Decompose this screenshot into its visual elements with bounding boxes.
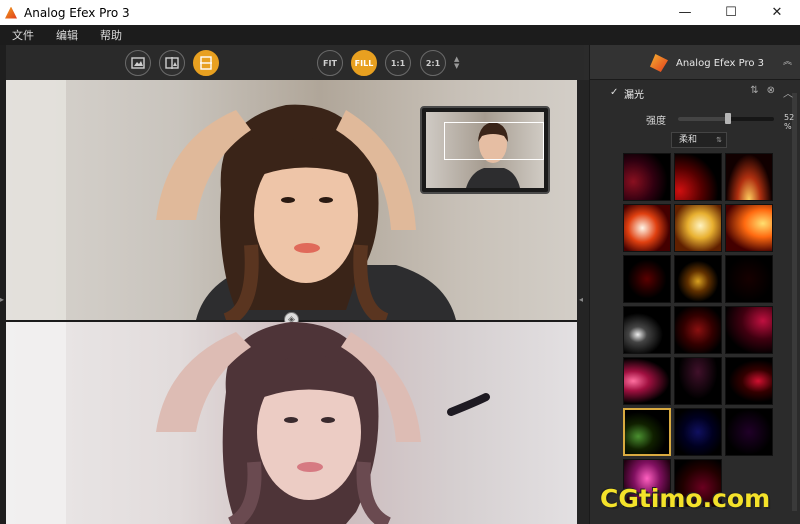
preset-thumbnail[interactable] [623,153,671,201]
image-canvas[interactable]: ◈ [6,80,577,524]
strength-slider[interactable] [678,113,774,124]
collapse-right-icon: ◂ [579,295,584,304]
strength-slider-thumb[interactable] [724,113,731,124]
zoom-fill-button[interactable]: FILL [351,50,377,76]
zoom-1-1-button[interactable]: 1:1 [385,50,411,76]
remove-filter-icon[interactable]: ⊗ [767,85,775,100]
blend-mode-select[interactable]: 柔和 ⇅ [671,132,727,148]
panel-header: Analog Efex Pro 3 ︽ [590,45,800,80]
right-panel-toggle[interactable]: ◂ [577,80,589,524]
navigator-image [426,112,544,188]
preset-thumbnail[interactable] [674,204,722,252]
preset-thumbnail[interactable] [725,204,773,252]
strength-label: 强度 [646,116,666,127]
app-window: Analog Efex Pro 3 — ☐ ✕ 文件 编辑 帮助 FIT FIL… [0,0,800,524]
single-view-icon [131,57,145,69]
preset-thumbnail[interactable] [725,357,773,405]
preset-thumbnail[interactable] [623,357,671,405]
blend-mode-value: 柔和 [679,135,698,145]
dropdown-caret-icon: ⇅ [716,136,722,144]
split-view-icon [165,57,179,69]
window-controls: — ☐ ✕ [662,0,800,25]
zoom-stepper-icon[interactable]: ▲ ▼ [454,56,459,70]
menu-edit[interactable]: 编辑 [56,27,78,43]
portrait-photo-after [6,322,490,524]
preset-thumbnail[interactable] [623,204,671,252]
title-bar: Analog Efex Pro 3 — ☐ ✕ [0,0,800,25]
preset-thumbnail[interactable] [725,153,773,201]
minimize-icon[interactable]: — [662,0,708,25]
strength-slider-fill [678,117,728,121]
toolbar: FIT FILL 1:1 2:1 ▲ ▼ [6,45,584,80]
preset-thumbnail[interactable] [674,408,722,456]
side-by-side-view-button[interactable] [193,50,219,76]
reorder-icon[interactable]: ⇅ [750,85,758,100]
strength-value: 52 % [784,113,795,131]
expand-left-icon: ▸ [0,295,5,304]
app-logo-icon [5,6,17,19]
panel-title: Analog Efex Pro 3 [676,58,765,69]
preset-thumbnail[interactable] [623,306,671,354]
zoom-2-1-button[interactable]: 2:1 [420,50,446,76]
filter-name: 漏光 [624,90,644,101]
filter-controls: ⇅ ⊗ ︿ [750,85,793,100]
preview-before [6,80,577,320]
collapse-filter-icon[interactable]: ︿ [783,85,793,100]
single-view-button[interactable] [125,50,151,76]
analog-efex-logo-icon [650,54,668,72]
zoom-fit-button[interactable]: FIT [317,50,343,76]
preset-thumbnail[interactable] [725,408,773,456]
preset-thumbnail[interactable] [725,255,773,303]
menu-bar: 文件 编辑 帮助 [0,25,800,45]
preset-thumbnail[interactable] [623,408,671,456]
split-view-button[interactable] [159,50,185,76]
navigator-viewport[interactable] [444,122,544,160]
menu-file[interactable]: 文件 [12,27,34,43]
watermark-text: CGtimo.com [600,484,771,513]
filter-header-light-leaks: ✓ 漏光 ⇅ ⊗ ︿ [590,83,800,101]
filter-panel: Analog Efex Pro 3 ︽ ✓ 漏光 ⇅ ⊗ ︿ 强度 52 % 柔… [589,45,800,524]
preview-after [6,322,577,524]
preset-thumbnail[interactable] [623,255,671,303]
filter-enable-checkbox[interactable]: ✓ [610,87,618,98]
preset-thumbnail[interactable] [674,306,722,354]
preset-thumbnail[interactable] [674,357,722,405]
collapse-panel-icon[interactable]: ︽ [783,54,792,67]
preset-thumbnail[interactable] [725,306,773,354]
panel-scrollbar[interactable] [792,93,797,511]
close-icon[interactable]: ✕ [754,0,800,25]
window-title: Analog Efex Pro 3 [24,5,130,20]
preset-grid [623,153,775,524]
preset-thumbnail[interactable] [674,153,722,201]
navigator-thumbnail[interactable] [420,106,550,194]
preset-thumbnail[interactable] [674,255,722,303]
maximize-icon[interactable]: ☐ [708,0,754,25]
menu-help[interactable]: 帮助 [100,27,122,43]
side-by-side-view-icon [200,56,212,70]
